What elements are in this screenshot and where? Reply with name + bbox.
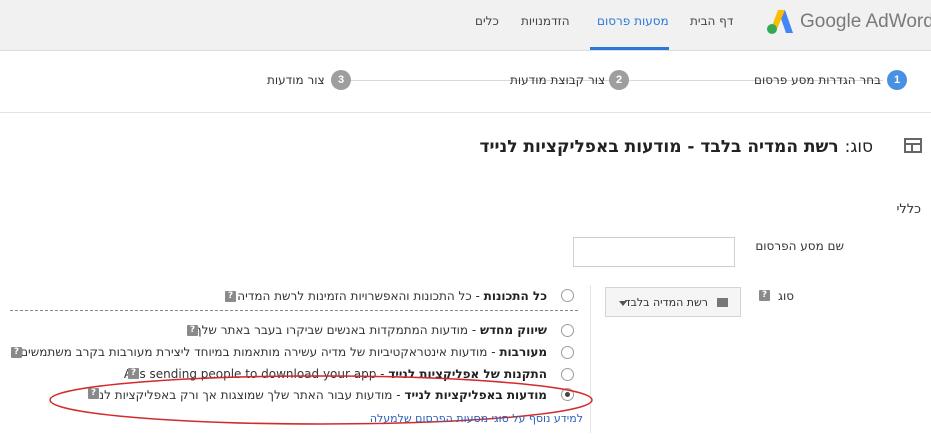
option-remarketing-help-icon[interactable]: ? [187, 325, 198, 336]
step-1-number: 1 [887, 70, 907, 90]
network-selector-button[interactable]: רשת המדיה בלבד [605, 287, 741, 317]
option-all-features-help-icon[interactable]: ? [225, 291, 236, 302]
folder-icon [717, 298, 728, 307]
type-help-icon[interactable]: ? [759, 290, 770, 301]
campaign-name-label: שם מסע הפרסום [755, 239, 844, 253]
campaign-name-input[interactable] [573, 237, 735, 267]
radio-remarketing[interactable] [561, 324, 574, 337]
step-2-label[interactable]: צור קבוצת מודעות [510, 73, 605, 87]
section-divider [0, 112, 931, 113]
type-field-label: סוג [778, 289, 795, 303]
option-remarketing: שיווק מחדש - מודעות המתמקדות באנשים שביק… [195, 323, 547, 337]
layout-icon [904, 138, 922, 153]
step-1-label[interactable]: בחר הגדרות מסע פרסום [754, 73, 881, 87]
general-section-label: כללי [896, 202, 921, 217]
type-prefix: סוג: [844, 137, 873, 157]
option-engagement-help-icon[interactable]: ? [11, 347, 22, 358]
radio-all-features[interactable] [561, 289, 574, 302]
more-info-link[interactable]: למידע נוסף על סוגי מסעות הפרסום שלמעלה [370, 412, 583, 425]
campaign-type-heading: סוג: רשת המדיה בלבד - מודעות באפליקציות … [480, 137, 874, 157]
chevron-down-icon [619, 301, 627, 306]
options-dashed-separator [10, 310, 578, 311]
nav-active-indicator [590, 47, 669, 50]
step-3-label[interactable]: צור מודעות [267, 73, 325, 87]
nav-tools[interactable]: כלים [475, 14, 499, 28]
nav-campaigns[interactable]: מסעות פרסום [597, 14, 669, 28]
option-all-features: כל התכונות - כל התכונות והאפשרויות הזמינ… [237, 289, 547, 303]
network-selector-label: רשת המדיה בלבד [624, 296, 708, 309]
adwords-logo-icon [767, 10, 793, 34]
adwords-logo-text: Google AdWords [800, 11, 931, 32]
nav-opportunities[interactable]: הזדמנויות [521, 14, 570, 28]
nav-home[interactable]: דף הבית [690, 14, 733, 28]
type-title: רשת המדיה בלבד - מודעות באפליקציות לנייד [479, 137, 839, 157]
step-2-number: 2 [609, 70, 629, 90]
option-engagement: מעורבות - מודעות אינטראקטיביות של מדיה ע… [20, 345, 547, 359]
radio-engagement[interactable] [561, 346, 574, 359]
step-3-number: 3 [331, 70, 351, 90]
